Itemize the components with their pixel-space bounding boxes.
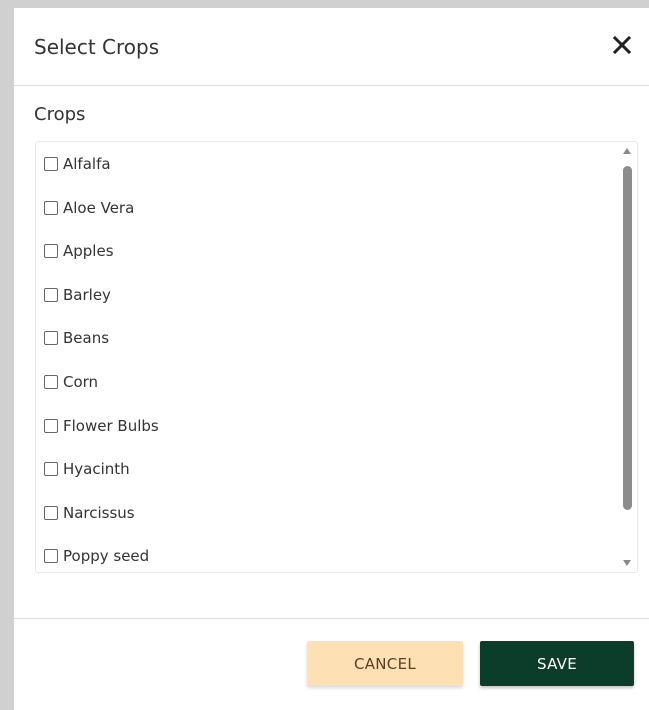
crop-option-label: Corn: [63, 372, 99, 391]
crop-option[interactable]: Barley: [36, 273, 617, 317]
scroll-up-icon[interactable]: [623, 148, 631, 154]
crop-option-label: Hyacinth: [63, 460, 130, 479]
checkbox[interactable]: [44, 331, 58, 346]
crop-option[interactable]: Alfalfa: [36, 142, 617, 186]
crops-label: Crops: [34, 104, 86, 125]
dialog-header: Select Crops: [14, 8, 649, 86]
checkbox[interactable]: [44, 374, 58, 389]
background-overlay-left: [0, 0, 14, 710]
checkbox[interactable]: [44, 244, 58, 259]
crop-option[interactable]: Flower Bulbs: [36, 404, 617, 448]
crop-option-label: Aloe Vera: [63, 198, 135, 217]
cancel-button[interactable]: CANCEL: [307, 641, 463, 686]
crop-option-label: Narcissus: [63, 503, 135, 522]
crop-option-label: Flower Bulbs: [63, 416, 159, 435]
dialog-title: Select Crops: [34, 35, 160, 59]
crop-option-label: Apples: [63, 242, 114, 261]
select-crops-dialog: Select Crops Crops Alfalfa Aloe Vera Apple…: [14, 8, 649, 710]
crop-option[interactable]: Narcissus: [36, 491, 617, 535]
footer-divider: [14, 618, 649, 619]
crop-option-label: Barley: [63, 285, 111, 304]
checkbox[interactable]: [44, 287, 58, 302]
crop-option[interactable]: Poppy seed: [36, 534, 617, 572]
background-overlay-top: [0, 0, 649, 8]
checkbox[interactable]: [44, 549, 58, 564]
checkbox[interactable]: [44, 462, 58, 477]
crop-option-label: Alfalfa: [63, 155, 111, 173]
scroll-down-icon[interactable]: [623, 560, 631, 566]
crop-option[interactable]: Beans: [36, 316, 617, 360]
checkbox[interactable]: [44, 505, 58, 520]
crops-list[interactable]: Alfalfa Aloe Vera Apples Barley Beans Corn Flo…: [35, 141, 638, 573]
crop-option[interactable]: Apples: [36, 229, 617, 273]
crop-option-label: Beans: [63, 329, 110, 348]
close-icon: [612, 35, 632, 55]
checkbox[interactable]: [44, 157, 58, 171]
crops-list-items: Alfalfa Aloe Vera Apples Barley Beans Corn Flo…: [36, 142, 617, 572]
crop-option[interactable]: Aloe Vera: [36, 186, 617, 230]
crop-option-label: Poppy seed: [63, 547, 150, 566]
checkbox[interactable]: [44, 418, 58, 433]
crop-option[interactable]: Hyacinth: [36, 447, 617, 491]
scrollbar[interactable]: [622, 148, 633, 566]
checkbox[interactable]: [44, 200, 58, 215]
close-button[interactable]: [611, 34, 633, 56]
scroll-thumb[interactable]: [623, 166, 632, 510]
save-button[interactable]: SAVE: [480, 641, 634, 686]
crop-option[interactable]: Corn: [36, 360, 617, 404]
